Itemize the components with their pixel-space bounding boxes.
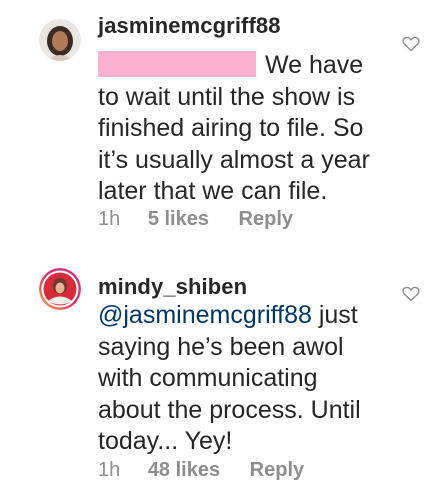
heart-outline-icon[interactable] [402, 286, 420, 302]
comment-text: @jasminemcgriff88 just saying he’s been … [98, 300, 398, 458]
reply-button[interactable]: Reply [250, 459, 304, 482]
comment-line: with communicating [98, 364, 318, 392]
comment-text: We have to wait until the show is finish… [98, 50, 388, 208]
comment-time: 1h [98, 459, 121, 481]
comment-item: mindy_shiben @jasminemcgriff88 just sayi… [0, 250, 445, 500]
heart-outline-icon[interactable] [402, 36, 420, 52]
comment-meta: 1h 48 likes Reply [98, 459, 304, 482]
reply-button[interactable]: Reply [239, 208, 293, 231]
comment-item: jasminemcgriff88 We have to wait until t… [0, 0, 445, 250]
comment-line: it’s usually almost a year [98, 145, 370, 174]
avatar[interactable] [39, 19, 81, 61]
comment-line: @jasminemcgriff88 just [98, 300, 398, 332]
comment-line: today... Yey! [98, 427, 233, 455]
comment-line: about the process. Until [98, 395, 361, 424]
comment-line: to wait until the show is [98, 82, 356, 111]
comment-username[interactable]: jasminemcgriff88 [98, 13, 281, 39]
comment-line: saying he’s been awol [98, 332, 344, 361]
redaction-block [98, 51, 256, 77]
comment-line: finished airing to file. So [98, 114, 364, 142]
likes-count[interactable]: 5 likes [148, 208, 209, 231]
comment-line: We have [98, 50, 388, 82]
comment-username[interactable]: mindy_shiben [98, 274, 247, 300]
comment-line: later that we can file. [98, 177, 328, 205]
comment-time: 1h [98, 208, 121, 230]
comment-text-fragment: just [311, 301, 358, 329]
comment-meta: 1h 5 likes Reply [98, 208, 293, 231]
mention-link[interactable]: @jasminemcgriff88 [98, 301, 312, 329]
comment-text-fragment: We have [264, 51, 364, 79]
avatar[interactable] [39, 268, 81, 310]
likes-count[interactable]: 48 likes [148, 459, 220, 482]
